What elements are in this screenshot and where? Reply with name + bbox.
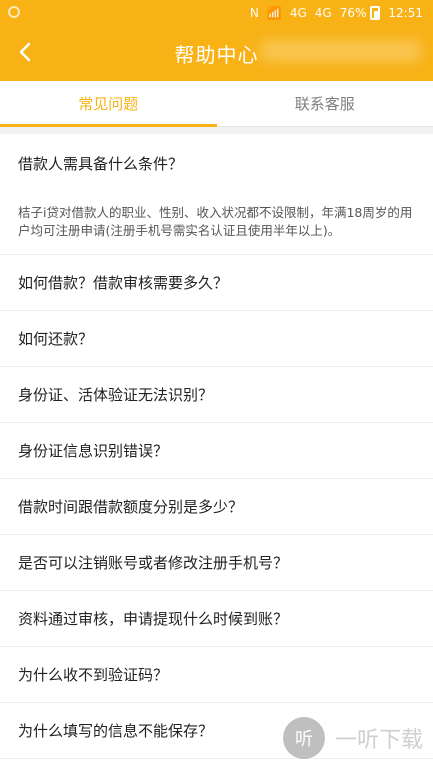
tab-bar: 常见问题 联系客服 xyxy=(0,81,433,127)
tab-contact-support[interactable]: 联系客服 xyxy=(217,81,433,126)
watermark-logo: 听 xyxy=(282,717,325,759)
faq-item[interactable]: 资料通过审核，申请提现什么时候到账？ xyxy=(0,591,433,647)
circle-icon xyxy=(8,6,20,18)
battery-percent: 76% xyxy=(339,6,367,20)
network-4g-icon-2: 4G xyxy=(314,6,332,20)
nfc-icon: N xyxy=(249,6,259,20)
faq-item[interactable]: 是否可以注销账号或者修改注册手机号？ xyxy=(0,535,433,591)
faq-question: 如何借款？借款审核需要多久？ xyxy=(18,274,229,292)
faq-question: 借款人需具备什么条件？ xyxy=(18,154,184,173)
wifi-icon: 📶 xyxy=(266,6,282,20)
faq-question: 身份证、活体验证无法识别？ xyxy=(18,386,214,404)
faq-item[interactable]: 借款人需具备什么条件？ 桔子i贷对借款人的职业、性别、收入状况都不设限制，年满1… xyxy=(0,134,433,255)
faq-item[interactable]: 身份证、活体验证无法识别？ xyxy=(0,367,433,423)
back-button[interactable] xyxy=(14,40,38,64)
battery-indicator: 76% xyxy=(340,6,381,20)
tab-faq[interactable]: 常见问题 xyxy=(0,81,217,127)
status-time: 12:51 xyxy=(388,6,423,20)
faq-item[interactable]: 为什么收不到验证码？ xyxy=(0,647,433,703)
faq-item[interactable]: 借款时间跟借款额度分别是多少？ xyxy=(0,479,433,535)
chevron-left-icon xyxy=(19,42,31,62)
faq-item[interactable]: 如何借款？借款审核需要多久？ xyxy=(0,255,433,311)
faq-question: 是否可以注销账号或者修改注册手机号？ xyxy=(18,554,289,572)
faq-question: 资料通过审核，申请提现什么时候到账？ xyxy=(18,610,289,628)
faq-answer: 桔子i贷对借款人的职业、性别、收入状况都不设限制，年满18周岁的用户均可注册申请… xyxy=(18,205,413,238)
faq-question: 如何还款？ xyxy=(18,330,94,348)
faq-question: 借款时间跟借款额度分别是多少？ xyxy=(18,498,244,516)
watermark-text: 一听下载 xyxy=(334,728,423,753)
faq-question: 为什么收不到验证码？ xyxy=(18,666,169,684)
faq-item[interactable]: 如何还款？ xyxy=(0,311,433,367)
faq-item[interactable]: 身份证信息识别错误？ xyxy=(0,423,433,479)
page-title: 帮助中心 xyxy=(174,43,259,67)
status-bar: N 📶 4G 4G 76% 12:51 xyxy=(0,0,433,26)
watermark: 听 一听下载 xyxy=(282,717,423,759)
faq-question: 身份证信息识别错误？ xyxy=(18,442,169,460)
network-4g-icon: 4G xyxy=(289,6,307,20)
app-header: 帮助中心 xyxy=(0,26,433,81)
header-blurred-area xyxy=(261,40,421,62)
faq-list: 借款人需具备什么条件？ 桔子i贷对借款人的职业、性别、收入状况都不设限制，年满1… xyxy=(0,134,433,769)
battery-icon xyxy=(370,6,381,20)
